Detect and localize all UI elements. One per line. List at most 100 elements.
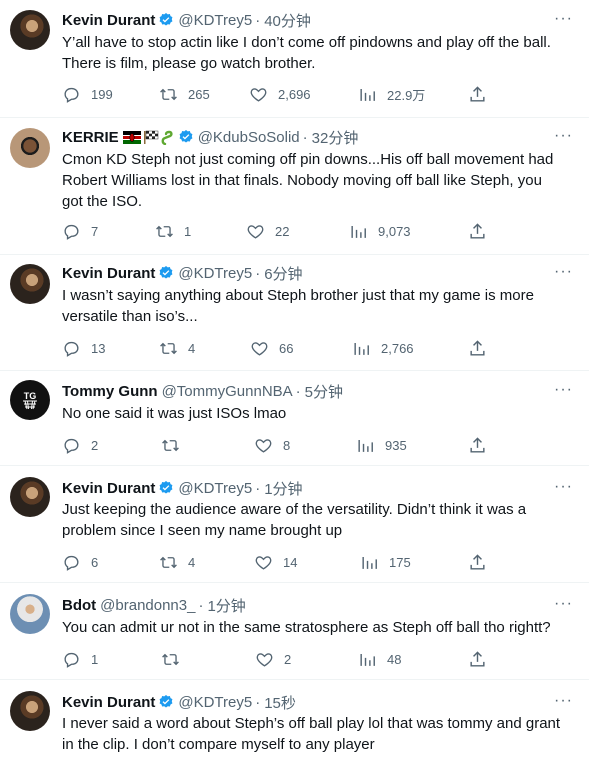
reply-button[interactable]: 13 [62,338,105,358]
more-icon[interactable]: ··· [554,381,573,399]
tweet[interactable]: TG Tommy Gunn @TommyGunnNBA · 5分钟 ··· No… [0,371,589,466]
timestamp[interactable]: 32分钟 [312,127,359,148]
like-count: 22 [275,223,290,239]
avatar[interactable] [10,128,50,168]
like-count: 2,696 [278,86,311,102]
views-button[interactable]: 175 [360,552,411,572]
reply-button[interactable]: 6 [62,552,98,572]
tweet[interactable]: Kevin Durant @KDTrey5 · 6分钟 ··· I wasn’t… [0,255,589,371]
more-icon[interactable]: ··· [554,10,573,28]
views-count: 48 [387,651,402,667]
avatar[interactable]: TG [10,380,50,420]
retweet-button[interactable]: 4 [159,338,195,358]
tweet-text-line: Robert Williams lost in that finals. Nob… [62,172,542,189]
retweet-icon [160,342,177,354]
handle[interactable]: @KDTrey5 [178,265,252,282]
views-button[interactable]: 935 [356,435,407,455]
timestamp[interactable]: 15秒 [264,692,296,713]
display-name[interactable]: Kevin Durant [62,265,155,282]
tweet[interactable]: Bdot @brandonn3_ · 1分钟 ··· You can admit… [0,583,589,680]
display-name[interactable]: Bdot [62,597,96,614]
separator: · [295,382,301,400]
retweet-button[interactable] [161,435,180,455]
timestamp[interactable]: 40分钟 [264,10,311,31]
views-button[interactable]: 9,073 [349,221,411,241]
share-button[interactable] [468,435,487,455]
display-name[interactable]: Tommy Gunn [62,383,158,400]
share-button[interactable] [468,338,487,358]
tweet[interactable]: Kevin Durant @KDTrey5 · 1分钟 ··· Just kee… [0,466,589,583]
tweet[interactable]: KERRIE @KdubSoSolid · 32分钟 ··· Cmon KD S… [0,118,589,255]
retweet-icon [160,556,177,568]
handle[interactable]: @KDTrey5 [178,480,252,497]
share-button[interactable] [468,649,487,669]
avatar[interactable] [10,477,50,517]
verified-icon [158,694,174,710]
share-button[interactable] [468,84,487,104]
timestamp[interactable]: 1分钟 [264,478,302,499]
like-button[interactable]: 22 [246,221,289,241]
reply-button[interactable]: 199 [62,84,113,104]
display-name[interactable]: Kevin Durant [62,12,155,29]
avatar[interactable] [10,264,50,304]
like-button[interactable]: 66 [250,338,293,358]
tweet-text-line: Y’all have to stop actin like I don’t co… [62,34,551,51]
reply-count: 199 [91,86,113,102]
verified-icon [158,265,174,281]
views-icon [360,88,375,101]
reply-button[interactable]: 1 [62,649,98,669]
timestamp[interactable]: 5分钟 [305,381,343,402]
retweet-button[interactable] [161,649,180,669]
handle[interactable]: @KDTrey5 [178,694,252,711]
snake-icon [161,130,173,145]
retweet-button[interactable]: 4 [159,552,195,572]
like-button[interactable]: 14 [254,552,297,572]
more-icon[interactable]: ··· [554,478,573,496]
like-button[interactable]: 8 [254,435,290,455]
retweet-icon [160,88,177,100]
handle[interactable]: @KDTrey5 [178,12,252,29]
retweet-button[interactable]: 1 [155,221,191,241]
more-icon[interactable]: ··· [554,692,573,710]
handle[interactable]: @TommyGunnNBA [162,383,293,400]
like-button[interactable]: 2 [255,649,291,669]
reply-button[interactable]: 2 [62,435,98,455]
avatar[interactable] [10,594,50,634]
reply-thread: Kevin Durant @KDTrey5 · 40分钟 ··· Y’all h… [0,0,589,759]
avatar[interactable] [10,691,50,731]
retweet-count: 265 [188,86,210,102]
timestamp[interactable]: 6分钟 [264,263,302,284]
like-icon [255,438,272,453]
tweet-text-line: problem since I seen my name brought up [62,522,343,539]
display-name[interactable]: Kevin Durant [62,480,155,497]
views-button[interactable]: 22.9万 [358,84,425,104]
tweet-text-line: versatile than iso’s... [62,308,198,325]
more-icon[interactable]: ··· [554,263,573,281]
svg-text:TG: TG [24,391,37,401]
handle[interactable]: @KdubSoSolid [198,129,300,146]
display-name[interactable]: KERRIE [62,129,119,146]
retweet-button[interactable]: 265 [159,84,210,104]
retweet-icon [162,653,179,665]
tweet-text-line: Just keeping the audience aware of the v… [62,501,527,518]
like-count: 66 [279,340,294,356]
avatar[interactable] [10,10,50,50]
share-icon [470,650,485,667]
like-count: 14 [283,554,298,570]
retweet-icon [162,439,179,451]
views-button[interactable]: 2,766 [352,338,414,358]
tweet[interactable]: Kevin Durant @KDTrey5 · 40分钟 ··· Y’all h… [0,0,589,118]
tweet[interactable]: Kevin Durant @KDTrey5 · 15秒 ··· I never … [0,680,589,759]
reply-button[interactable]: 7 [62,221,98,241]
timestamp[interactable]: 1分钟 [207,595,245,616]
more-icon[interactable]: ··· [554,595,573,613]
share-icon [470,222,485,239]
display-name[interactable]: Kevin Durant [62,694,155,711]
handle[interactable]: @brandonn3_ [100,597,195,614]
share-button[interactable] [468,552,487,572]
share-button[interactable] [468,221,487,241]
like-button[interactable]: 2,696 [249,84,311,104]
verified-icon [158,12,174,28]
more-icon[interactable]: ··· [554,127,573,145]
views-button[interactable]: 48 [358,649,401,669]
